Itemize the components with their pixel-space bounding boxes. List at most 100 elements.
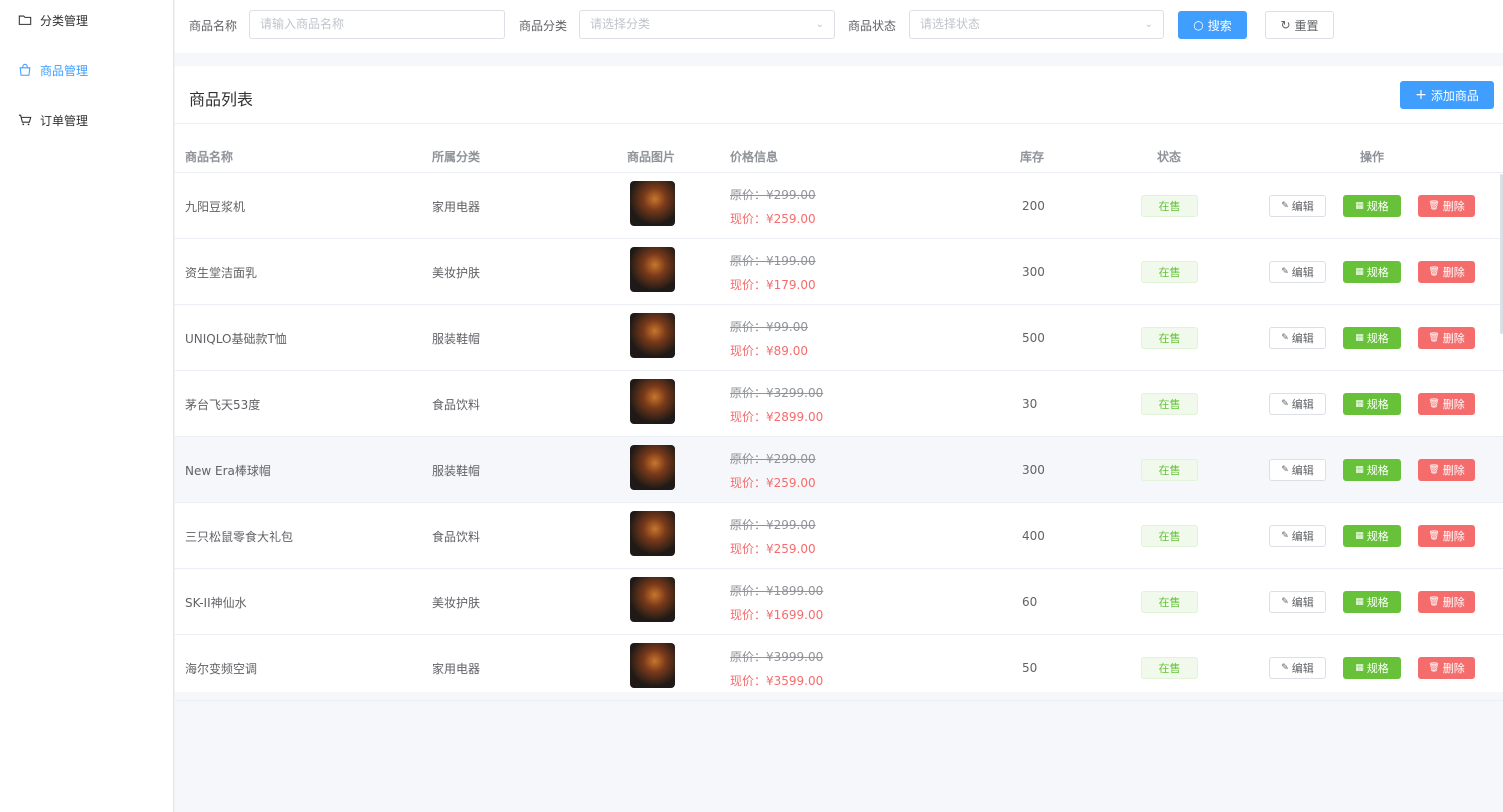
stock-cell: 60 bbox=[1022, 569, 1037, 635]
spec-button[interactable]: ▦ 规格 bbox=[1343, 327, 1401, 349]
current-price: 现价：¥179.00 bbox=[730, 278, 816, 292]
product-image[interactable] bbox=[630, 511, 675, 556]
edit-icon: ✎ bbox=[1281, 267, 1289, 277]
delete-button[interactable]: 🗑 删除 bbox=[1418, 657, 1475, 679]
product-list-card: 商品列表 + 添加商品 商品名称 所属分类 商品图片 价格信息 库存 状态 操作… bbox=[175, 66, 1503, 701]
delete-button[interactable]: 🗑 删除 bbox=[1418, 393, 1475, 415]
sidebar: 分类管理 商品管理 订单管理 bbox=[0, 0, 174, 812]
stock-cell: 500 bbox=[1022, 305, 1045, 371]
sidebar-item-category[interactable]: 分类管理 bbox=[18, 10, 88, 30]
product-image[interactable] bbox=[630, 577, 675, 622]
edit-icon: ✎ bbox=[1281, 201, 1289, 211]
column-header-actions[interactable]: 操作 bbox=[1360, 148, 1384, 165]
spec-label: 规格 bbox=[1366, 662, 1389, 675]
status-text: 在售 bbox=[1158, 398, 1181, 411]
document-icon: ▦ bbox=[1355, 201, 1364, 211]
spec-button[interactable]: ▦ 规格 bbox=[1343, 261, 1401, 283]
document-icon: ▦ bbox=[1355, 333, 1364, 343]
spec-button[interactable]: ▦ 规格 bbox=[1343, 459, 1401, 481]
column-header-stock[interactable]: 库存 bbox=[1020, 148, 1044, 165]
product-name: 九阳豆浆机 bbox=[185, 199, 246, 214]
product-image[interactable] bbox=[630, 247, 675, 292]
delete-button[interactable]: 🗑 删除 bbox=[1418, 459, 1475, 481]
plus-icon: + bbox=[1415, 87, 1427, 103]
stock-cell: 300 bbox=[1022, 437, 1045, 503]
status-select[interactable]: 请选择状态 ⌄ bbox=[909, 10, 1164, 39]
status-text: 在售 bbox=[1158, 266, 1181, 279]
product-image[interactable] bbox=[630, 181, 675, 226]
column-header-name[interactable]: 商品名称 bbox=[185, 148, 233, 165]
table-row: SK-II神仙水 美妆护肤 原价：¥1899.00 现价：¥1699.00 60 在售 ✎ 编… bbox=[175, 569, 1503, 635]
spec-button[interactable]: ▦ 规格 bbox=[1343, 195, 1401, 217]
product-image[interactable] bbox=[630, 379, 675, 424]
edit-button[interactable]: ✎ 编辑 bbox=[1269, 327, 1326, 349]
spec-button[interactable]: ▦ 规格 bbox=[1343, 591, 1401, 613]
product-image[interactable] bbox=[630, 643, 675, 688]
product-name: 海尔变频空调 bbox=[185, 661, 258, 676]
add-product-button[interactable]: + 添加商品 bbox=[1400, 81, 1494, 109]
delete-button[interactable]: 🗑 删除 bbox=[1418, 525, 1475, 547]
delete-button[interactable]: 🗑 删除 bbox=[1418, 327, 1475, 349]
original-price: 原价：¥299.00 bbox=[730, 188, 816, 202]
edit-button[interactable]: ✎ 编辑 bbox=[1269, 525, 1326, 547]
product-image[interactable] bbox=[630, 313, 675, 358]
reset-button[interactable]: ↻ 重置 bbox=[1265, 11, 1334, 39]
delete-button[interactable]: 🗑 删除 bbox=[1418, 591, 1475, 613]
stock-value: 50 bbox=[1022, 661, 1038, 675]
column-header-category[interactable]: 所属分类 bbox=[432, 148, 480, 165]
card-header: 商品列表 + 添加商品 bbox=[175, 66, 1503, 124]
reset-button-label: 重置 bbox=[1294, 18, 1319, 33]
product-name-cell: 茅台飞天53度 bbox=[185, 371, 260, 437]
spec-button[interactable]: ▦ 规格 bbox=[1343, 657, 1401, 679]
delete-label: 删除 bbox=[1442, 332, 1465, 345]
status-text: 在售 bbox=[1158, 332, 1181, 345]
chevron-down-icon: ⌄ bbox=[815, 19, 824, 30]
edit-label: 编辑 bbox=[1291, 530, 1314, 543]
edit-button[interactable]: ✎ 编辑 bbox=[1269, 195, 1326, 217]
product-name-input[interactable]: 请输入商品名称 bbox=[249, 10, 505, 39]
column-header-status[interactable]: 状态 bbox=[1157, 148, 1181, 165]
column-header-image[interactable]: 商品图片 bbox=[627, 148, 675, 165]
category-placeholder: 请选择分类 bbox=[590, 17, 651, 31]
table-row: 九阳豆浆机 家用电器 原价：¥299.00 现价：¥259.00 200 在售 ✎ 编辑 ▦ 规格… bbox=[175, 173, 1503, 239]
search-button[interactable]: ○ 搜索 bbox=[1178, 11, 1247, 39]
spec-label: 规格 bbox=[1366, 200, 1389, 213]
spec-button[interactable]: ▦ 规格 bbox=[1343, 393, 1401, 415]
product-category: 美妆护肤 bbox=[432, 595, 481, 610]
edit-button[interactable]: ✎ 编辑 bbox=[1269, 591, 1326, 613]
product-name-cell: 资生堂洁面乳 bbox=[185, 239, 257, 305]
edit-button[interactable]: ✎ 编辑 bbox=[1269, 393, 1326, 415]
main-content: 商品名称 请输入商品名称 商品分类 请选择分类 ⌄ 商品状态 请选择状态 ⌄ ○ 搜… bbox=[175, 0, 1503, 812]
document-icon: ▦ bbox=[1355, 267, 1364, 277]
product-name: SK-II神仙水 bbox=[185, 595, 247, 610]
edit-label: 编辑 bbox=[1291, 266, 1314, 279]
edit-button[interactable]: ✎ 编辑 bbox=[1269, 261, 1326, 283]
delete-button[interactable]: 🗑 删除 bbox=[1418, 195, 1475, 217]
document-icon: ▦ bbox=[1355, 465, 1364, 475]
product-category: 服装鞋帽 bbox=[432, 331, 481, 346]
sidebar-item-orders[interactable]: 订单管理 bbox=[18, 110, 88, 130]
category-cell: 家用电器 bbox=[432, 173, 480, 239]
delete-label: 删除 bbox=[1442, 464, 1465, 477]
trash-icon: 🗑 bbox=[1428, 597, 1440, 607]
table-row: 三只松鼠零食大礼包 食品饮料 原价：¥299.00 现价：¥259.00 400 在售 ✎ 编… bbox=[175, 503, 1503, 569]
document-icon: ▦ bbox=[1355, 399, 1364, 409]
category-cell: 食品饮料 bbox=[432, 503, 480, 569]
search-icon: ○ bbox=[1193, 18, 1204, 32]
delete-button[interactable]: 🗑 删除 bbox=[1418, 261, 1475, 283]
table-row: 资生堂洁面乳 美妆护肤 原价：¥199.00 现价：¥179.00 300 在售 ✎ 编辑 ▦ 规… bbox=[175, 239, 1503, 305]
edit-button[interactable]: ✎ 编辑 bbox=[1269, 459, 1326, 481]
category-select[interactable]: 请选择分类 ⌄ bbox=[579, 10, 835, 39]
edit-icon: ✎ bbox=[1281, 663, 1289, 673]
delete-label: 删除 bbox=[1442, 662, 1465, 675]
sidebar-item-products[interactable]: 商品管理 bbox=[18, 60, 88, 80]
table-row: UNIQLO基础款T恤 服装鞋帽 原价：¥99.00 现价：¥89.00 500 在售 ✎ 编… bbox=[175, 305, 1503, 371]
stock-value: 300 bbox=[1022, 265, 1045, 279]
column-header-price[interactable]: 价格信息 bbox=[730, 148, 778, 165]
product-image[interactable] bbox=[630, 445, 675, 490]
table-row: 海尔变频空调 家用电器 原价：¥3999.00 现价：¥3599.00 50 在售 ✎ 编辑 ▦… bbox=[175, 635, 1503, 701]
table-row: 茅台飞天53度 食品饮料 原价：¥3299.00 现价：¥2899.00 30 在售 ✎ 编辑… bbox=[175, 371, 1503, 437]
spec-button[interactable]: ▦ 规格 bbox=[1343, 525, 1401, 547]
edit-button[interactable]: ✎ 编辑 bbox=[1269, 657, 1326, 679]
spec-label: 规格 bbox=[1366, 332, 1389, 345]
